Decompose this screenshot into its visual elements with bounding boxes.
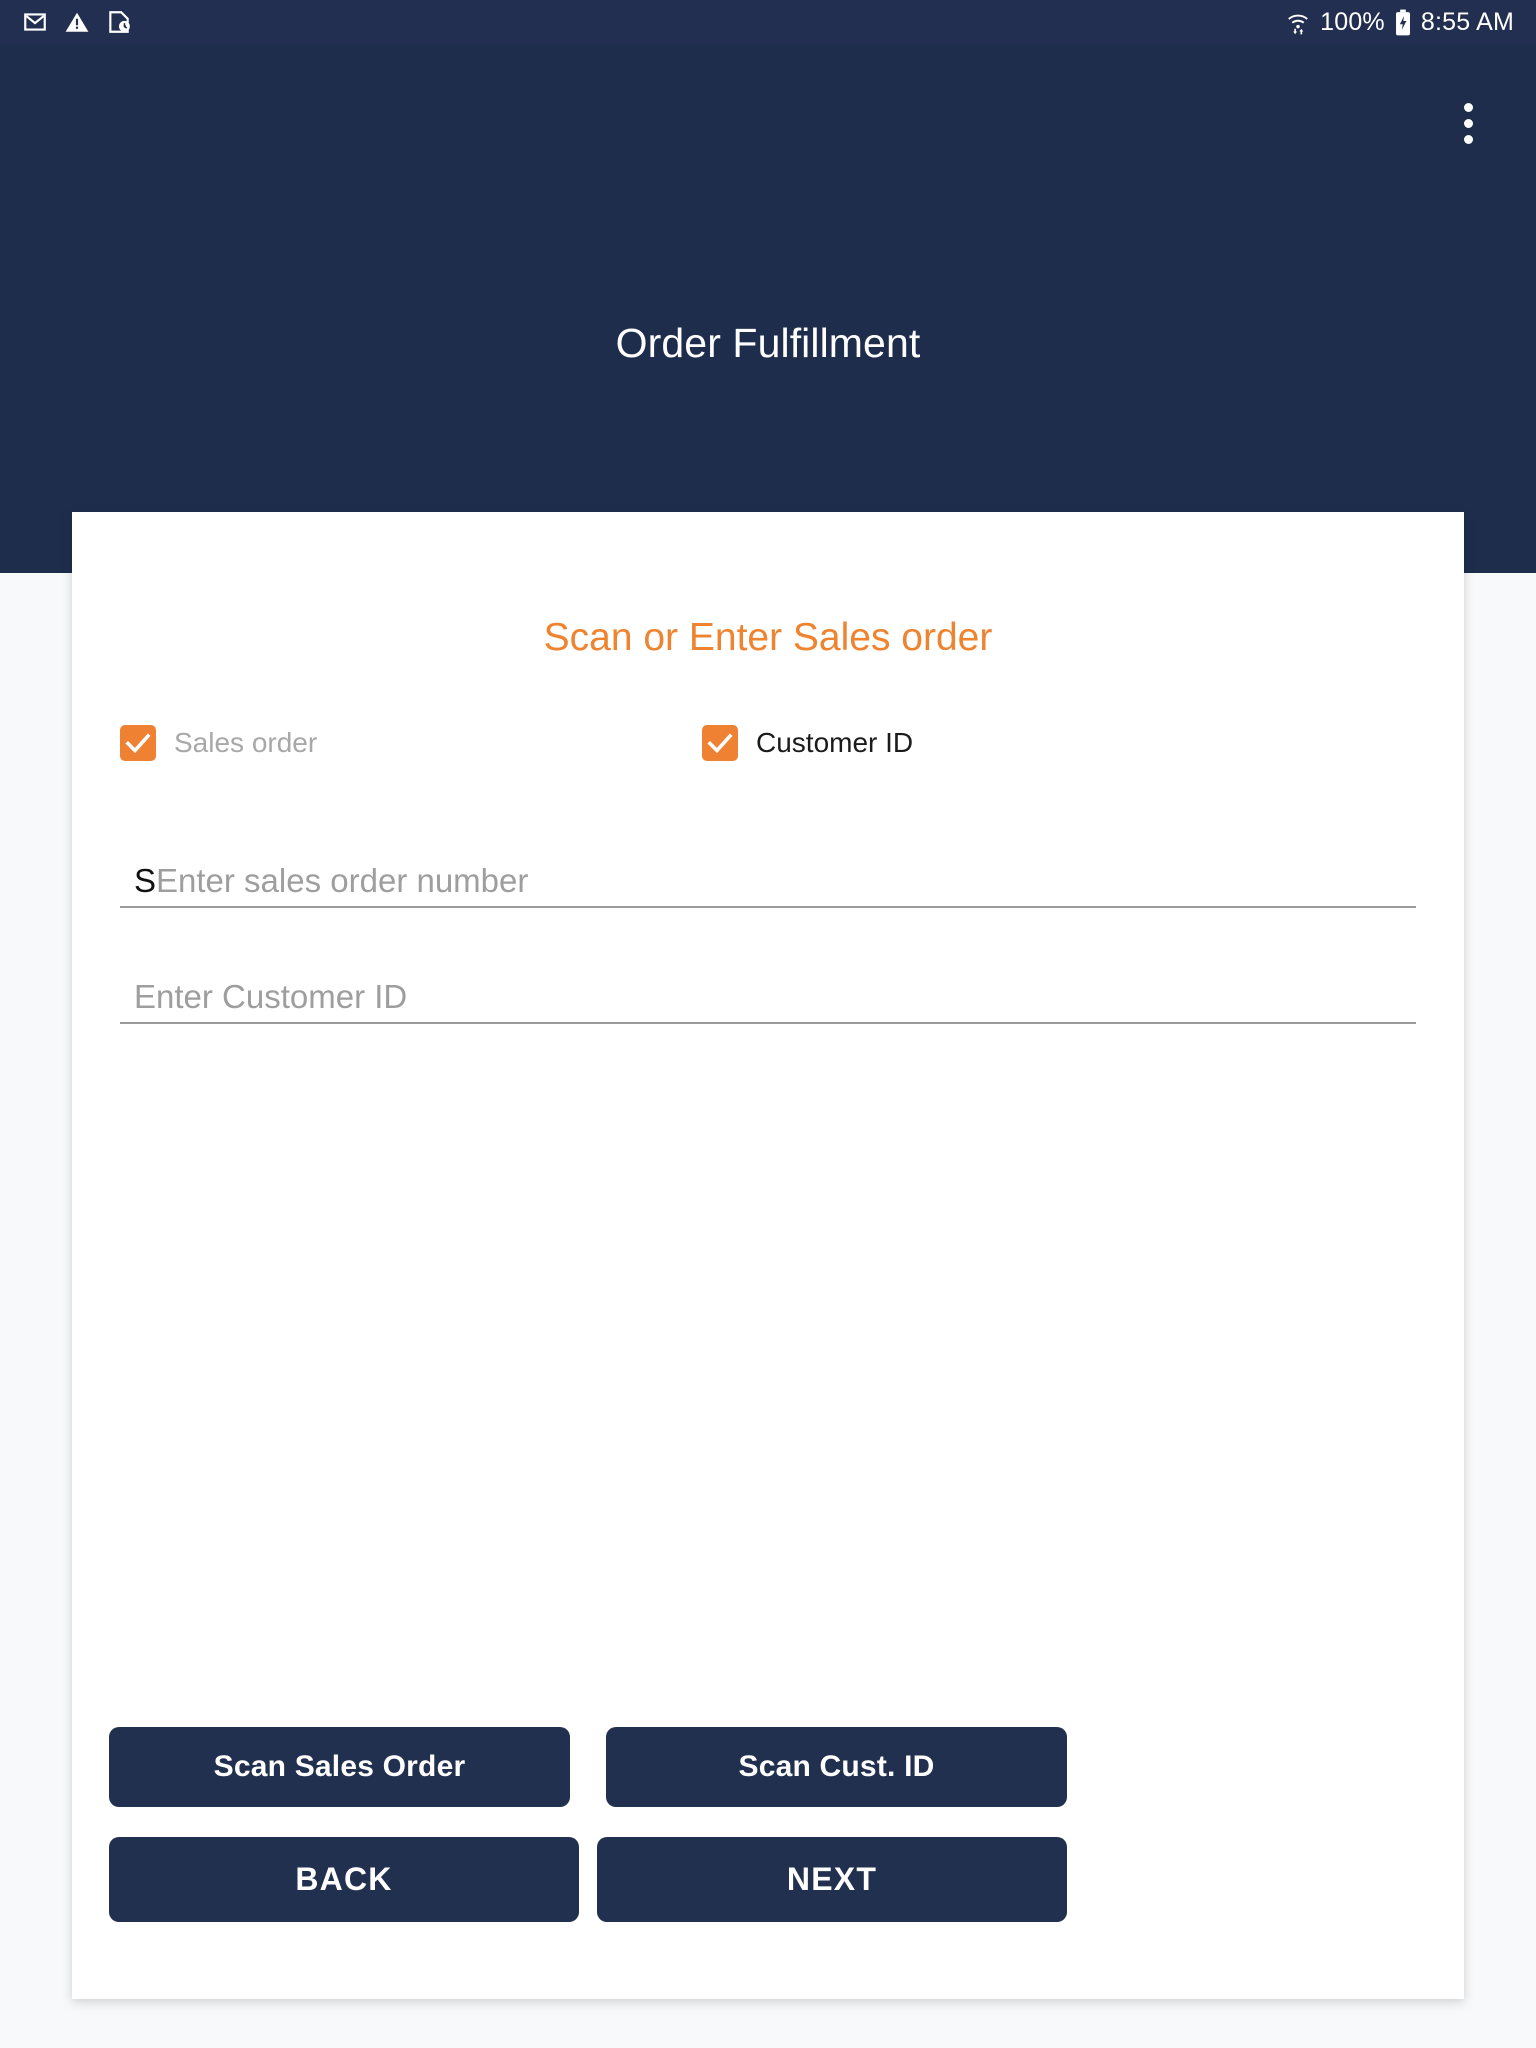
battery-charging-icon	[1394, 9, 1412, 36]
card-heading: Scan or Enter Sales order	[543, 616, 993, 659]
checkbox-customer-id[interactable]: Customer ID	[702, 725, 913, 761]
app-bar: Order Fulfillment	[0, 45, 1536, 573]
clock-label: 8:55 AM	[1420, 7, 1514, 36]
checkbox-row: Sales order Customer ID	[120, 725, 1416, 769]
sales-order-input-value: S	[134, 862, 157, 899]
document-clock-icon	[106, 9, 132, 35]
checkmark-icon	[120, 725, 156, 761]
mail-icon	[22, 9, 48, 35]
menu-dot	[1463, 102, 1473, 112]
system-status-bar: 100% 8:55 AM	[0, 0, 1536, 44]
status-bar-right-items: 100% 8:55 AM	[1285, 9, 1514, 36]
main-card: Scan or Enter Sales order Sales order Cu…	[72, 512, 1464, 1999]
app-header-background: 100% 8:55 AM Order Fulfillment	[0, 0, 1536, 573]
back-button[interactable]: BACK	[109, 1837, 579, 1922]
menu-dot	[1463, 118, 1473, 128]
more-vert-icon[interactable]	[1440, 93, 1496, 153]
scan-customer-id-button[interactable]: Scan Cust. ID	[606, 1727, 1067, 1807]
sales-order-input-placeholder: Enter sales order number	[156, 862, 529, 899]
scan-sales-order-button[interactable]: Scan Sales Order	[109, 1727, 570, 1807]
warning-icon	[64, 9, 90, 35]
checkmark-icon	[702, 725, 738, 761]
battery-percent-label: 100%	[1320, 7, 1385, 36]
sales-order-input[interactable]: S Enter sales order number	[120, 846, 1416, 908]
status-bar-left-icons	[22, 9, 132, 35]
page-title: Order Fulfillment	[615, 320, 921, 366]
next-button[interactable]: NEXT	[597, 1837, 1067, 1922]
customer-id-input-placeholder: Enter Customer ID	[134, 978, 408, 1015]
wifi-updown-icon	[1285, 9, 1311, 35]
checkbox-sales-order[interactable]: Sales order	[120, 725, 317, 761]
customer-id-input[interactable]: Enter Customer ID	[120, 962, 1416, 1024]
checkbox-sales-order-label: Sales order	[174, 727, 318, 758]
checkbox-customer-id-label: Customer ID	[756, 727, 914, 758]
menu-dot	[1463, 134, 1473, 144]
